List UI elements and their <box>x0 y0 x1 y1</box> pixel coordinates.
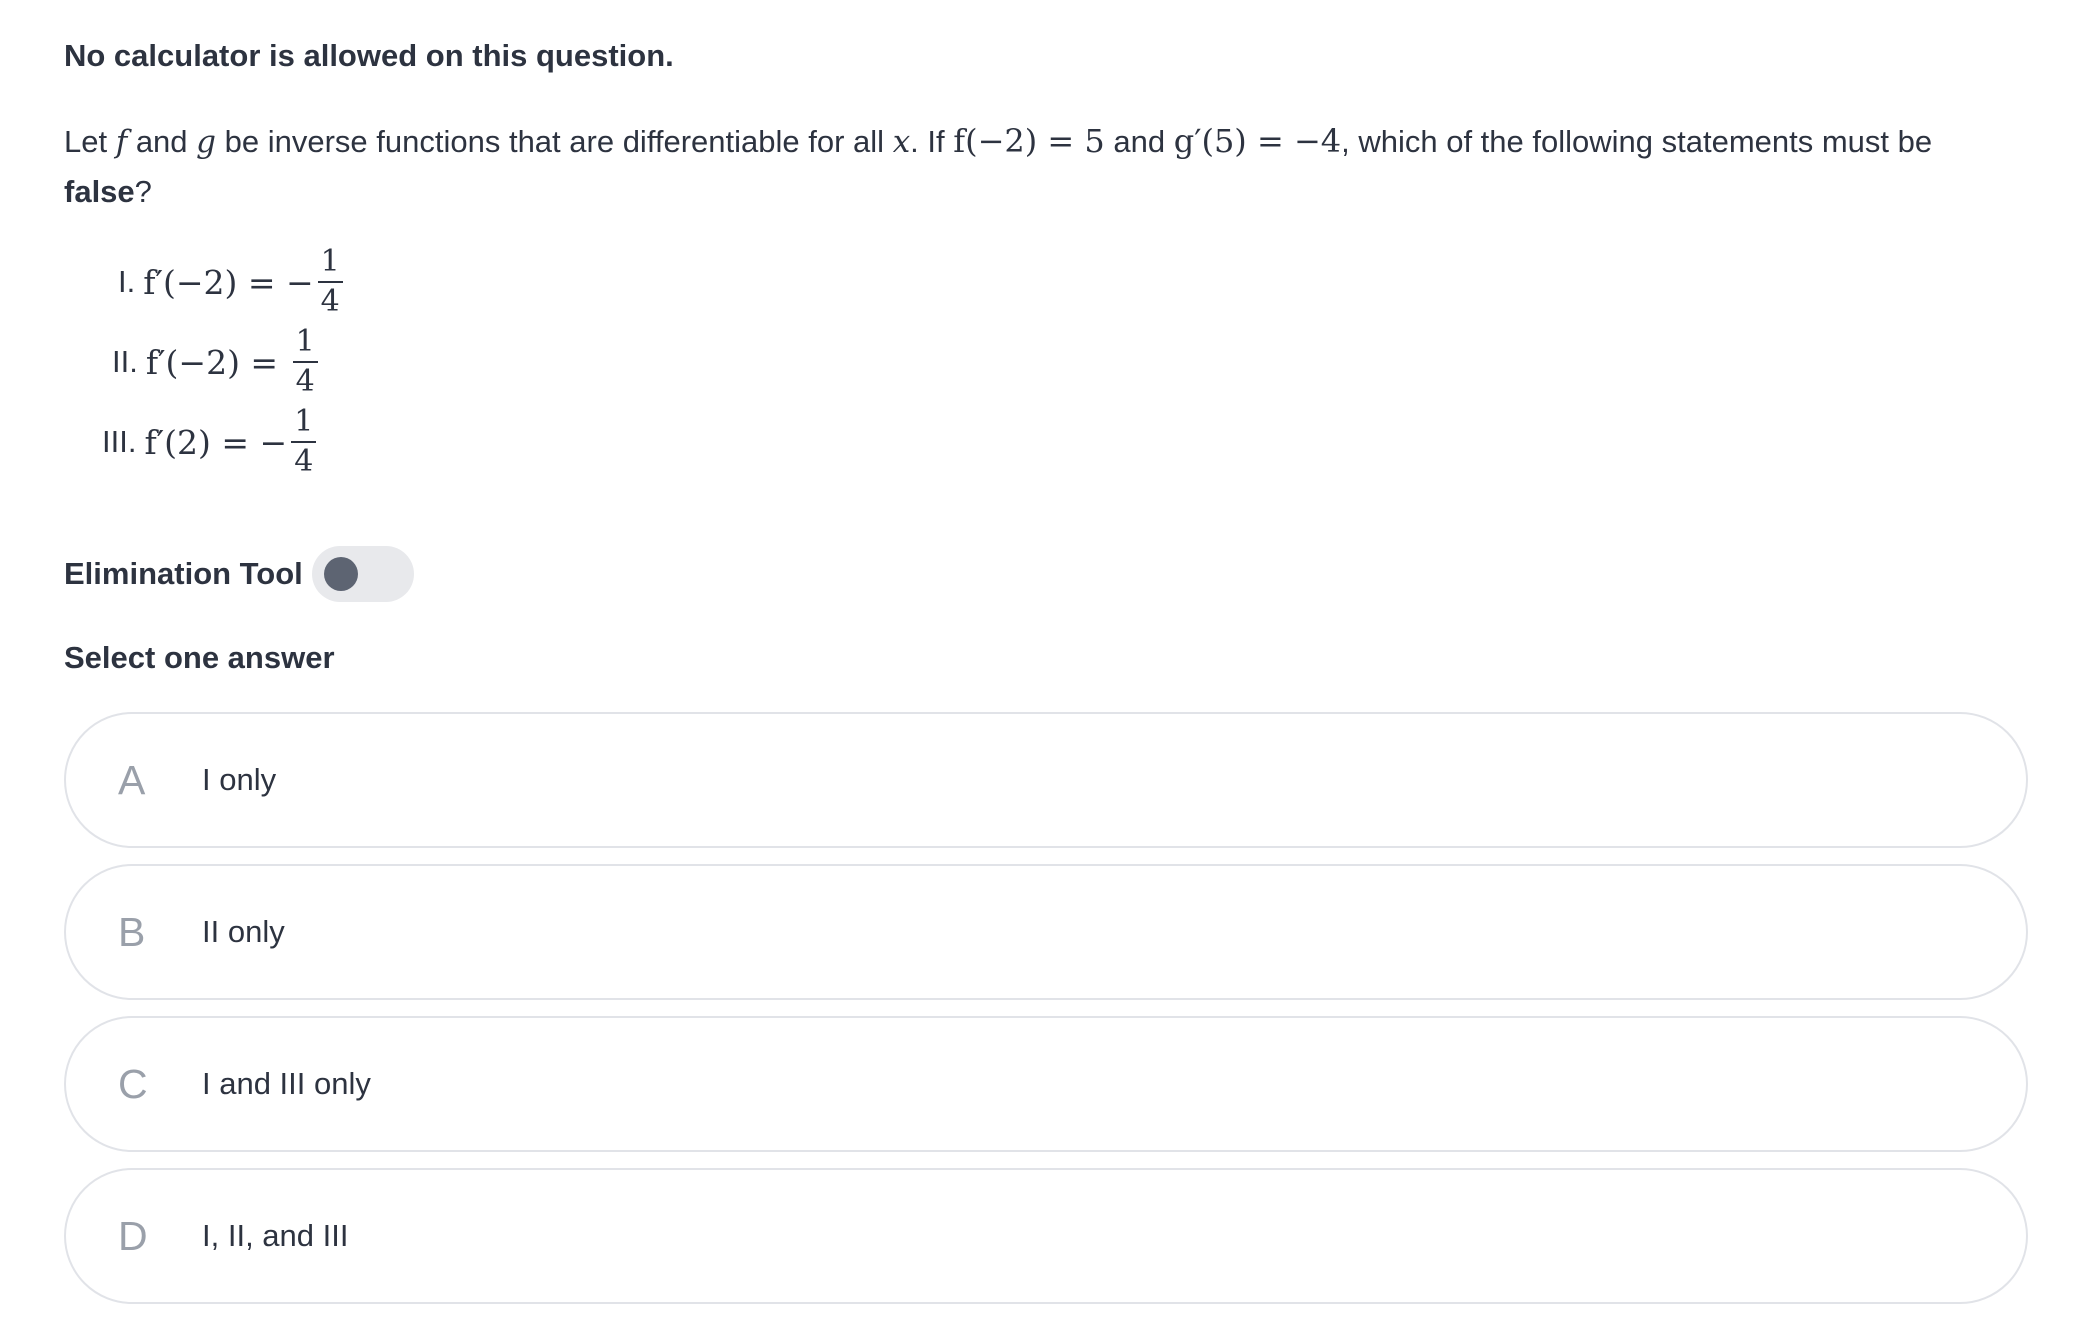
elimination-tool-toggle[interactable] <box>312 546 414 602</box>
fraction: 1 4 <box>292 323 318 401</box>
math-expression-g: g′(5) = −4 <box>1173 122 1342 160</box>
variable-g: g <box>196 124 217 160</box>
toggle-knob <box>324 557 358 591</box>
stem-text: be inverse functions that are differenti… <box>216 124 893 159</box>
stem-text: . If <box>910 124 954 159</box>
statement-numeral: II. <box>112 344 138 379</box>
stem-text: ? <box>134 174 152 209</box>
fraction-numerator: 1 <box>292 323 318 363</box>
statement-numeral: III. <box>102 424 137 459</box>
option-letter: B <box>118 908 146 955</box>
elimination-tool-label: Elimination Tool <box>64 556 303 591</box>
option-letter: C <box>118 1060 148 1107</box>
stem-text: Let <box>64 124 116 159</box>
select-one-answer-label: Select one answer <box>64 640 335 675</box>
statement-3: III. f′(2) = − 1 4 <box>102 400 317 484</box>
fraction: 1 4 <box>291 403 317 481</box>
stem-emphasis: false <box>64 174 135 209</box>
statement-expression: f′(−2) = <box>145 342 289 382</box>
statement-numeral: I. <box>118 264 136 299</box>
option-text: I, II, and III <box>202 1218 349 1253</box>
stem-text: , which of the following statements must… <box>1341 124 1933 159</box>
fraction: 1 4 <box>317 243 343 321</box>
option-letter: D <box>118 1212 148 1259</box>
option-text: I only <box>202 762 277 797</box>
variable-x: x <box>892 124 911 160</box>
option-text: II only <box>202 914 285 949</box>
math-expression-f: f(−2) = 5 <box>953 122 1105 160</box>
fraction-denominator: 4 <box>320 284 340 319</box>
question-stem: Let f and g be inverse functions that ar… <box>64 116 2024 217</box>
fraction-numerator: 1 <box>291 403 317 443</box>
option-text: I and III only <box>202 1066 371 1101</box>
statement-1: I. f′(−2) = − 1 4 <box>118 240 343 324</box>
answer-option-c[interactable]: C I and III only <box>64 1016 2028 1152</box>
fraction-numerator: 1 <box>317 243 343 283</box>
statement-expression: f′(2) = − <box>144 422 288 462</box>
calculator-notice: No calculator is allowed on this questio… <box>64 38 674 73</box>
answer-option-a[interactable]: A I only <box>64 712 2028 848</box>
stem-text: and <box>1104 124 1174 159</box>
answer-option-d[interactable]: D I, II, and III <box>64 1168 2028 1304</box>
fraction-denominator: 4 <box>294 444 314 479</box>
answer-option-b[interactable]: B II only <box>64 864 2028 1000</box>
variable-f: f <box>115 124 128 160</box>
stem-text: and <box>127 124 197 159</box>
statement-2: II. f′(−2) = 1 4 <box>112 320 318 404</box>
statement-expression: f′(−2) = − <box>143 262 314 302</box>
option-letter: A <box>118 756 146 803</box>
fraction-denominator: 4 <box>295 364 315 399</box>
